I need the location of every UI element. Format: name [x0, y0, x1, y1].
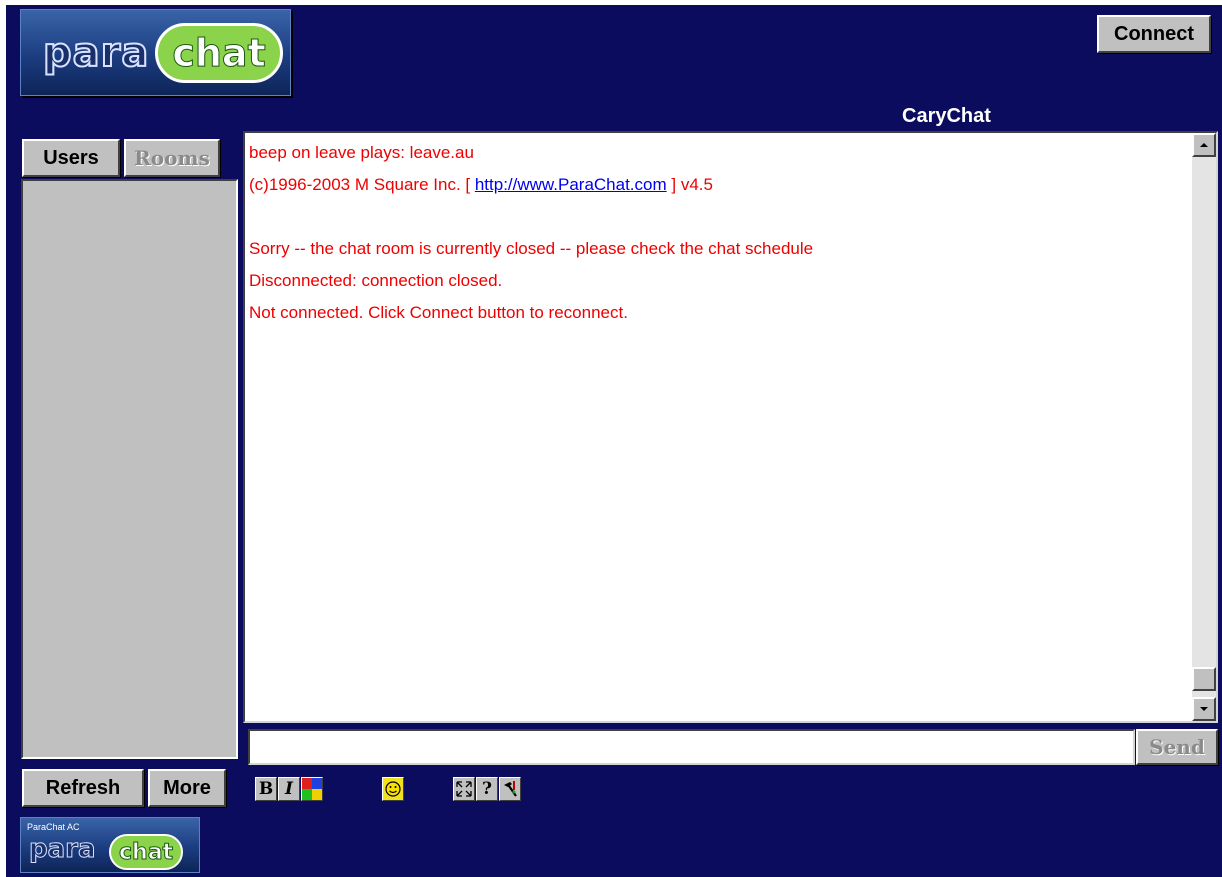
- arrow-down-icon: [1200, 707, 1208, 711]
- tab-rooms[interactable]: Rooms: [124, 139, 220, 177]
- color-grid-icon: [302, 778, 322, 800]
- logo-chat-bubble: chat: [155, 22, 283, 83]
- tab-users[interactable]: Users: [22, 139, 120, 177]
- parachat-ac-logo: ParaChat AC para chat: [20, 817, 200, 873]
- message-line: Disconnected: connection closed.: [249, 271, 503, 290]
- arrow-up-icon: [1200, 143, 1208, 147]
- fullscreen-icon[interactable]: [453, 777, 475, 801]
- logo-chat-text: chat: [118, 839, 174, 865]
- scroll-down-button[interactable]: [1192, 697, 1216, 721]
- scroll-up-button[interactable]: [1192, 133, 1216, 157]
- logo-caption: ParaChat AC: [27, 822, 80, 832]
- message-line: beep on leave plays: leave.au: [249, 143, 474, 162]
- copyright-prefix: (c)1996-2003 M Square Inc. [: [249, 175, 475, 194]
- message-input[interactable]: [248, 729, 1135, 765]
- message-line: Not connected. Click Connect button to r…: [249, 303, 628, 322]
- smiley-face-icon: [385, 781, 401, 797]
- vertical-scrollbar[interactable]: [1192, 133, 1216, 721]
- refresh-button[interactable]: Refresh: [22, 769, 144, 807]
- logo-chat-bubble: chat: [109, 834, 184, 870]
- color-picker-icon[interactable]: [301, 777, 323, 801]
- parachat-applet: para chat Connect CaryChat Users Rooms R…: [6, 5, 1222, 877]
- logo-para-text: para: [29, 834, 97, 865]
- scroll-thumb[interactable]: [1192, 667, 1216, 691]
- smiley-icon[interactable]: [382, 777, 404, 801]
- settings-tools-icon[interactable]: [499, 777, 521, 801]
- connect-button[interactable]: Connect: [1097, 15, 1211, 53]
- more-button[interactable]: More: [148, 769, 226, 807]
- chat-output[interactable]: beep on leave plays: leave.au (c)1996-20…: [243, 131, 1218, 723]
- parachat-logo: para chat: [20, 9, 291, 96]
- user-list[interactable]: [21, 179, 238, 759]
- bold-icon[interactable]: B: [255, 777, 277, 801]
- message-list: beep on leave plays: leave.au (c)1996-20…: [249, 137, 1186, 717]
- hammer-icon: [504, 781, 517, 797]
- copyright-suffix: ] v4.5: [666, 175, 713, 194]
- message-line: Sorry -- the chat room is currently clos…: [249, 239, 814, 258]
- expand-arrows-icon: [456, 781, 472, 797]
- help-icon[interactable]: ?: [476, 777, 498, 801]
- logo-chat-text: chat: [172, 30, 266, 75]
- send-button[interactable]: Send: [1136, 729, 1218, 765]
- message-line: [249, 201, 1186, 233]
- parachat-link[interactable]: http://www.ParaChat.com: [475, 175, 667, 194]
- logo-para-text: para: [42, 29, 150, 77]
- italic-icon[interactable]: I: [278, 777, 300, 801]
- copyright-line: (c)1996-2003 M Square Inc. [ http://www.…: [249, 169, 1186, 201]
- room-title: CaryChat: [902, 105, 991, 127]
